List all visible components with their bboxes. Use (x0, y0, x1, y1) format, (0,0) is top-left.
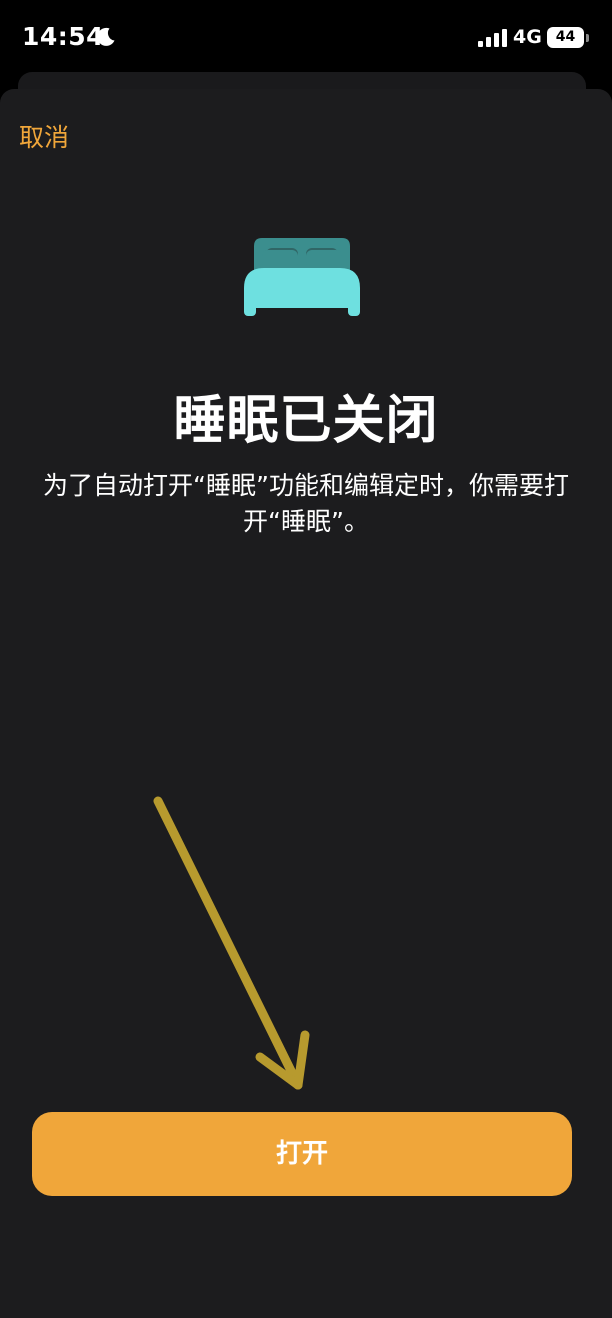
cancel-button[interactable]: 取消 (19, 118, 69, 154)
status-time: 14:54 (22, 22, 105, 51)
signal-icon (478, 29, 507, 47)
screen: 14:54 4G 44 取消 睡眠已关闭 为了自动打开“睡眠”功能和编辑定时，你… (0, 0, 612, 1318)
arrow-icon (153, 796, 310, 1090)
description-text: 为了自动打开“睡眠”功能和编辑定时，你需要打开“睡眠”。 (43, 471, 569, 536)
network-type: 4G (513, 26, 542, 48)
battery-indicator: 44 (547, 27, 584, 48)
page-title: 睡眠已关闭 (173, 391, 439, 451)
turn-on-button[interactable]: 打开 (32, 1112, 572, 1196)
bed-icon (244, 238, 360, 316)
battery-tip (586, 34, 589, 42)
moon-icon (97, 27, 115, 46)
status-bar: 14:54 4G 44 (0, 0, 612, 76)
